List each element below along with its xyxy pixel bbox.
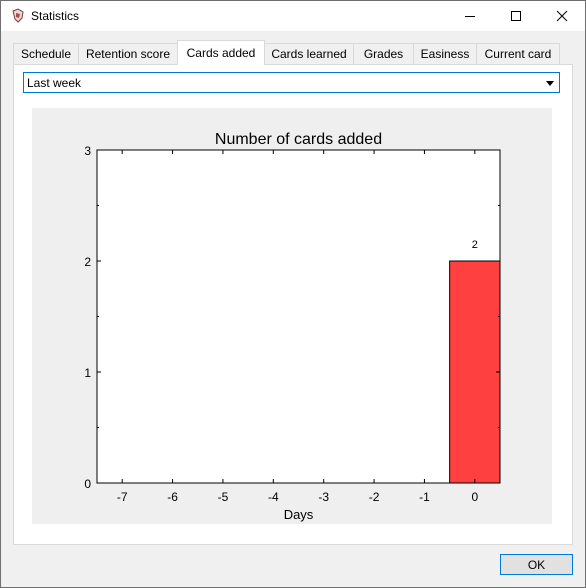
maximize-icon	[511, 11, 521, 21]
tab-easiness[interactable]: Easiness	[413, 43, 477, 64]
x-axis-label: Days	[284, 507, 314, 522]
tab-label: Schedule	[20, 47, 72, 61]
tab-cards-learned[interactable]: Cards learned	[264, 43, 354, 64]
bar-value-label: 2	[472, 239, 478, 251]
tab-label: Grades	[363, 47, 404, 61]
period-select[interactable]: Last week	[23, 72, 560, 93]
period-select-value: Last week	[27, 76, 82, 90]
tab-label: Cards learned	[271, 47, 347, 61]
tab-label: Retention score	[85, 47, 171, 61]
tab-cards-added[interactable]: Cards added	[177, 40, 265, 65]
maximize-button[interactable]	[493, 1, 539, 31]
ok-button[interactable]: OK	[500, 554, 573, 575]
tab-grades[interactable]: Grades	[353, 43, 414, 64]
minimize-button[interactable]	[447, 1, 493, 31]
x-tick-label: -2	[369, 490, 380, 504]
ok-button-label: OK	[527, 557, 546, 572]
title-bar[interactable]: Statistics	[1, 1, 585, 31]
dropdown-arrow-icon	[546, 81, 554, 86]
chart-area: 2 -7 -6 -5 -4 -3 -2 -1 0 0 1 2 3 Number of cards adde…	[32, 108, 552, 524]
x-tick-label: -6	[167, 490, 178, 504]
tab-current-card[interactable]: Current card	[476, 43, 560, 64]
x-tick-label: -1	[419, 490, 430, 504]
close-button[interactable]	[539, 1, 585, 31]
bar	[449, 260, 501, 484]
tab-label: Current card	[484, 47, 552, 61]
y-tick-label: 2	[84, 255, 91, 269]
tab-schedule[interactable]: Schedule	[13, 43, 79, 64]
x-tick-label: -3	[318, 490, 329, 504]
tab-label: Easiness	[420, 47, 470, 61]
x-tick-label: -5	[218, 490, 229, 504]
plot-background	[97, 150, 500, 483]
app-icon	[10, 8, 26, 24]
close-icon	[556, 10, 568, 22]
x-tick-label: -7	[117, 490, 128, 504]
minimize-icon	[465, 16, 475, 17]
bar-chart: 2 -7 -6 -5 -4 -3 -2 -1 0 0 1 2 3 Number of cards adde…	[84, 131, 501, 522]
x-tick-label: -4	[268, 490, 279, 504]
chart-title: Number of cards added	[215, 131, 382, 148]
x-tick-label: 0	[471, 490, 478, 504]
y-tick-label: 1	[84, 366, 91, 380]
y-tick-label: 3	[84, 144, 91, 158]
tab-retention-score[interactable]: Retention score	[78, 43, 178, 64]
tab-label: Cards added	[186, 46, 256, 60]
y-tick-label: 0	[84, 477, 91, 491]
window-title: Statistics	[31, 9, 80, 23]
